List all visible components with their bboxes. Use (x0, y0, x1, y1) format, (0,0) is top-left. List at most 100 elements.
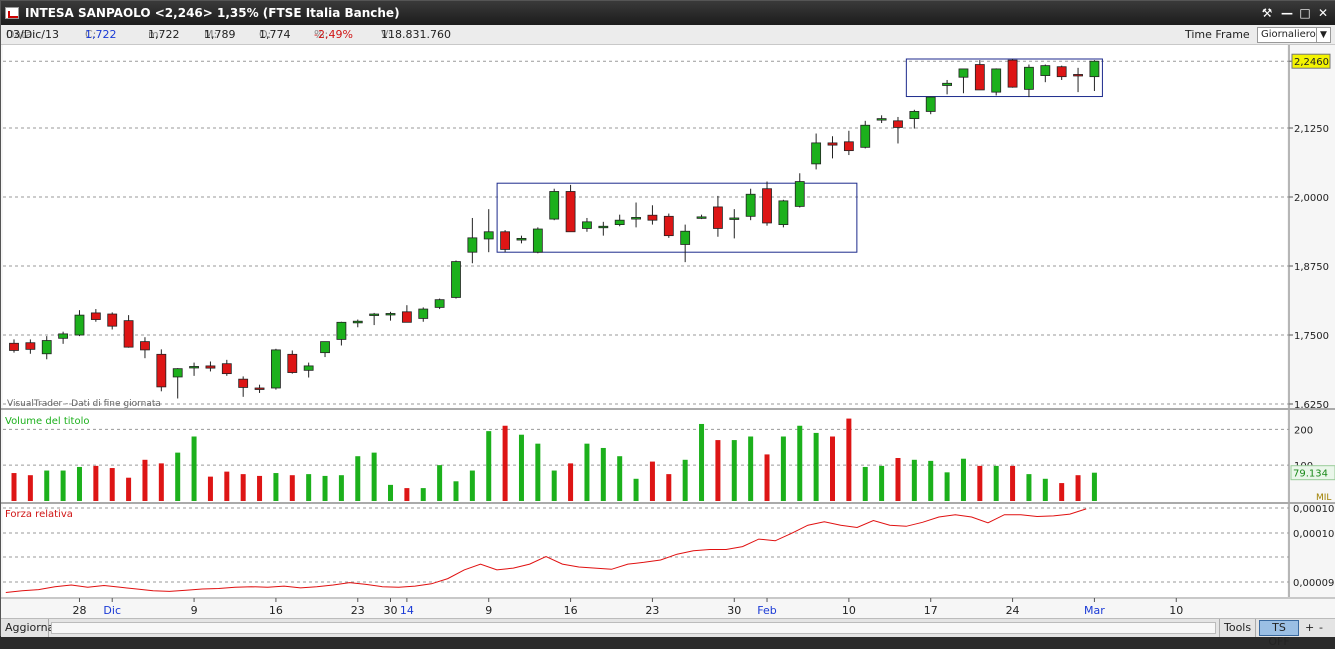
candle-body (598, 225, 609, 229)
zoom-out-button[interactable]: - (1315, 619, 1327, 637)
volume-bar (666, 474, 672, 501)
candle-body (843, 141, 854, 152)
volume-bar (27, 475, 33, 501)
volume-bar (1042, 478, 1048, 501)
maximize-button[interactable]: □ (1297, 5, 1313, 21)
candle-body (451, 261, 461, 298)
candle-body (827, 142, 838, 146)
volume-bar (338, 475, 344, 501)
watermark: VisualTrader - Dati di fine giornata (7, 399, 161, 409)
candle-body (614, 219, 625, 226)
volume-bar (682, 459, 688, 501)
date-tick-label: 30 (727, 604, 741, 617)
candle-body (287, 353, 298, 373)
volume-bar (486, 431, 492, 501)
volume-bar (830, 436, 835, 501)
timeframe-select[interactable]: Giornaliero ▼ (1257, 27, 1331, 43)
volume-bar (879, 465, 885, 501)
volume-pane-title: Volume del titolo (5, 416, 89, 427)
candle-body (778, 200, 789, 225)
date-tick-label: 10 (842, 604, 856, 617)
candle-body (729, 217, 740, 220)
rs-tick-label: 0,00010 (1293, 529, 1334, 540)
volume-bar (764, 454, 770, 501)
date-tick-label: 28 (72, 604, 86, 617)
max-value: 1,789 (204, 28, 236, 41)
volume-bar (731, 440, 737, 501)
volume-bar (617, 456, 623, 501)
date-tick-label: 9 (191, 604, 198, 617)
date-tick-label: 14 (400, 604, 414, 617)
volume-bar (371, 452, 377, 501)
candle-body (500, 231, 511, 250)
close-value: 1,722 (85, 28, 117, 41)
timeframe-label: Time Frame (1185, 28, 1250, 41)
date-tick-label: 9 (485, 604, 492, 617)
horizontal-scrollbar[interactable] (51, 622, 1216, 634)
volume-bar (780, 436, 786, 501)
volume-bar (175, 452, 181, 501)
minimize-button[interactable]: — (1279, 5, 1295, 21)
volume-bar (551, 470, 557, 501)
timeframe-value: Giornaliero (1261, 29, 1316, 40)
candle-body (876, 118, 887, 121)
candle-body (516, 237, 527, 241)
candle-body (369, 313, 380, 316)
volume-bar (273, 473, 279, 501)
candle-body (385, 313, 396, 316)
volume-bar (306, 474, 312, 501)
candle-body (1040, 65, 1051, 76)
pct-value: -2,49% (314, 28, 353, 41)
volume-bar (420, 488, 426, 501)
volume-bar (1059, 483, 1065, 501)
candle-body (25, 342, 36, 350)
chart-area[interactable]: 2,24602,12502,00001,87501,75001,6250 Vis… (1, 45, 1335, 618)
volume-value: 118.831.760 (381, 28, 451, 41)
candle-body (565, 191, 576, 233)
volume-bar (191, 436, 197, 501)
candle-body (893, 120, 903, 128)
candle-body (925, 96, 936, 112)
rs-tick-label: 0,00010 (1293, 504, 1334, 515)
volume-bar (600, 447, 606, 501)
candle-body (713, 206, 723, 229)
price-tick-label: 2,2460 (1294, 57, 1329, 68)
volume-bar (699, 423, 705, 501)
date-tick-label: 24 (1006, 604, 1020, 617)
price-tick-label: 2,1250 (1294, 124, 1329, 135)
candle-body (9, 342, 19, 351)
date-tick-label: Feb (757, 604, 776, 617)
candle-body (123, 320, 134, 348)
candle-body (271, 349, 281, 389)
close-button[interactable]: ✕ (1315, 5, 1331, 21)
candle-body (1089, 60, 1100, 78)
candle-body (156, 353, 167, 388)
candle-body (352, 320, 363, 324)
candle-body (90, 312, 101, 320)
volume-bar (142, 459, 148, 501)
chart-app-icon (5, 7, 19, 19)
ts-off-button[interactable]: TS OFF (1259, 620, 1299, 648)
refresh-button[interactable]: Aggiorna (1, 619, 54, 637)
tools-icon[interactable]: ⚒ (1259, 5, 1275, 21)
candle-body (238, 378, 249, 388)
volume-bar (469, 470, 475, 501)
volume-bar (846, 418, 852, 501)
date-tick-label: Dic (103, 604, 121, 617)
candle-body (631, 217, 641, 220)
volume-bar (1010, 465, 1016, 501)
candle-body (434, 299, 445, 308)
volume-unit: MIL (1316, 493, 1331, 503)
rs-pane-title: Forza relativa (5, 509, 73, 520)
candle-body (303, 365, 314, 371)
candle-body (582, 221, 592, 229)
chevron-down-icon[interactable]: ▼ (1316, 28, 1330, 42)
volume-bar (584, 443, 590, 501)
volume-bar (895, 458, 901, 501)
tools-button[interactable]: Tools (1219, 619, 1257, 637)
candle-body (663, 215, 674, 237)
date-value: 03/Dic/13 (6, 28, 59, 41)
volume-bar (44, 470, 50, 501)
info-bar: Data: 03/Dic/13 C: 1,722 m: 1,722 M: 1,78… (1, 25, 1335, 45)
title-bar: INTESA SANPAOLO <2,246> 1,35% (FTSE Ital… (1, 1, 1335, 25)
